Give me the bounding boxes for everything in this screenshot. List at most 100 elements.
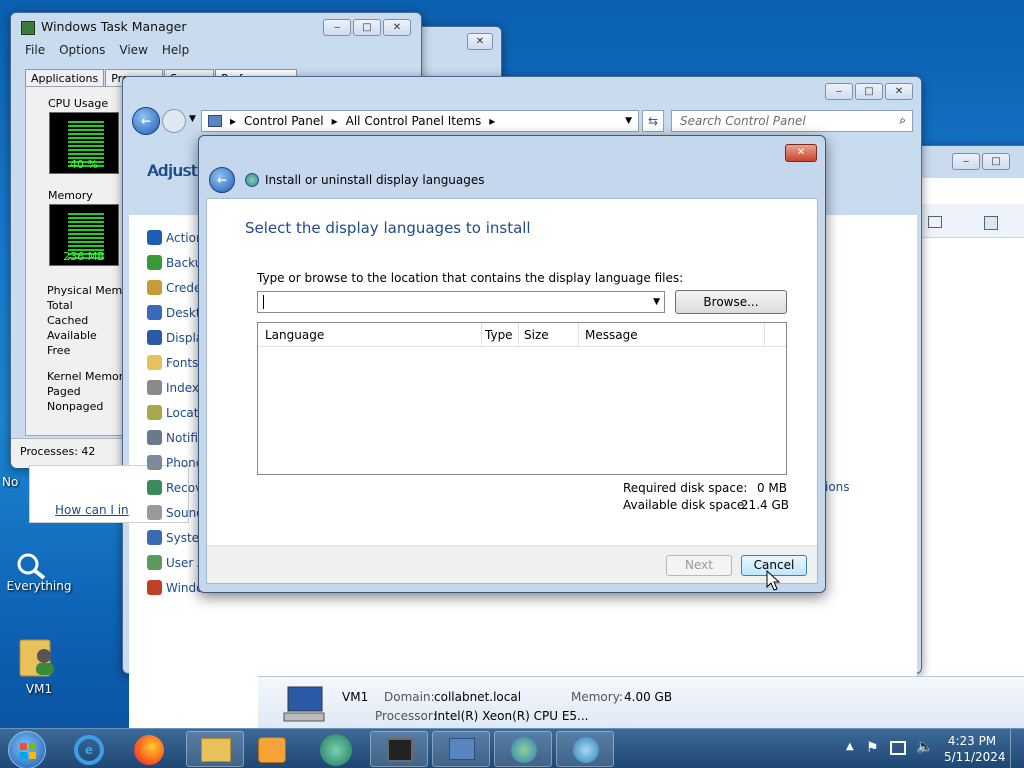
- cp-item-fragment[interactable]: ions: [825, 480, 850, 494]
- folder-icon: [201, 738, 231, 762]
- menu-help[interactable]: Help: [162, 43, 189, 57]
- cp-item-indexing[interactable]: Indexi: [147, 380, 202, 395]
- column-type[interactable]: Type: [485, 328, 513, 342]
- user-icon: [147, 555, 162, 570]
- view-options-icon[interactable]: [928, 216, 942, 228]
- column-size[interactable]: Size: [524, 328, 549, 342]
- refresh-button[interactable]: ⇆: [642, 110, 664, 132]
- explorer-window[interactable]: ‒ □: [915, 145, 1024, 730]
- maximize-icon[interactable]: □: [855, 83, 883, 100]
- tab-applications[interactable]: Applications: [25, 69, 105, 86]
- cp-item-recovery[interactable]: Recov: [147, 480, 202, 495]
- close-icon[interactable]: ✕: [785, 144, 817, 162]
- history-dropdown-icon[interactable]: ▼: [189, 114, 196, 124]
- search-input[interactable]: Search Control Panel: [680, 114, 806, 128]
- everything-label[interactable]: Everything: [4, 579, 74, 593]
- close-icon[interactable]: ✕: [383, 19, 411, 36]
- path-label: Type or browse to the location that cont…: [257, 271, 684, 285]
- path-combobox[interactable]: ▼: [257, 291, 665, 313]
- physical-memory-title: Physical Memor: [47, 284, 134, 297]
- cp-item-action-center[interactable]: Action: [147, 230, 204, 245]
- taskbar-task-manager[interactable]: [370, 731, 428, 767]
- text-cursor: [263, 295, 264, 309]
- language-list[interactable]: Language Type Size Message: [257, 322, 787, 475]
- language-globe-icon: [245, 173, 259, 187]
- app-icon[interactable]: [320, 734, 352, 766]
- action-center-flag-icon[interactable]: ⚑: [866, 740, 879, 756]
- details-pane: VM1 Domain: collabnet.local Memory: 4.00…: [258, 676, 1024, 728]
- address-dropdown-icon[interactable]: ▼: [625, 116, 632, 126]
- folder-user-icon[interactable]: [18, 632, 54, 677]
- help-link[interactable]: How can I in: [55, 503, 129, 517]
- cp-item-display[interactable]: Displa: [147, 330, 203, 345]
- task-manager-icon: [21, 21, 35, 35]
- breadcrumb-control-panel[interactable]: Control Panel: [244, 114, 324, 128]
- minimize-icon[interactable]: ‒: [825, 83, 853, 100]
- required-space-value: 0 MB: [756, 481, 787, 495]
- firefox-icon[interactable]: [134, 735, 164, 765]
- memory-label: Memory: [48, 189, 93, 202]
- cp-item-backup[interactable]: Backu: [147, 255, 202, 270]
- volume-muted-icon[interactable]: 🔈: [916, 739, 933, 755]
- display-icon: [147, 330, 162, 345]
- column-message[interactable]: Message: [585, 328, 638, 342]
- search-icon[interactable]: ⌕: [899, 113, 906, 128]
- back-button[interactable]: ←: [132, 107, 160, 135]
- start-button[interactable]: [8, 731, 46, 768]
- physical-free: Free: [47, 344, 71, 357]
- show-desktop-button[interactable]: [1010, 729, 1024, 768]
- maximize-icon[interactable]: □: [353, 19, 381, 36]
- clock[interactable]: 4:23 PM 5/11/2024: [944, 733, 1006, 765]
- memory-value: 236 MB: [63, 250, 105, 263]
- system-icon: [147, 530, 162, 545]
- network-icon[interactable]: [890, 741, 906, 755]
- language-icon: [573, 737, 599, 763]
- menu-file[interactable]: File: [25, 43, 45, 57]
- cp-item-phone-modem[interactable]: Phone: [147, 455, 203, 470]
- fonts-icon: [147, 355, 162, 370]
- minimize-icon[interactable]: ‒: [323, 19, 351, 36]
- breadcrumb-all-items[interactable]: All Control Panel Items: [346, 114, 482, 128]
- ie-icon[interactable]: e: [74, 735, 104, 765]
- cp-item-user-accounts[interactable]: User A: [147, 555, 205, 570]
- physical-cached: Cached: [47, 314, 89, 327]
- taskbar-language[interactable]: [556, 731, 614, 767]
- taskbar: e ▲ ⚑ 🔈 4:23 PM 5/11/2024: [0, 728, 1024, 768]
- location-icon: [147, 405, 162, 420]
- maximize-icon[interactable]: □: [982, 153, 1010, 170]
- menu-options[interactable]: Options: [59, 43, 105, 57]
- show-hidden-icons[interactable]: ▲: [846, 741, 854, 752]
- gadget-icon: [147, 305, 162, 320]
- search-box[interactable]: Search Control Panel ⌕: [671, 110, 913, 132]
- cp-item-windows[interactable]: Windo: [147, 580, 204, 595]
- chevron-down-icon[interactable]: ▼: [653, 297, 660, 307]
- kernel-nonpaged: Nonpaged: [47, 400, 104, 413]
- address-bar[interactable]: ▸ Control Panel ▸ All Control Panel Item…: [201, 110, 639, 132]
- taskbar-explorer[interactable]: [186, 731, 244, 767]
- memory-value: 4.00 GB: [624, 690, 673, 704]
- taskbar-control-panel[interactable]: [432, 731, 490, 767]
- cp-item-location[interactable]: Locati: [147, 405, 202, 420]
- preview-pane-icon[interactable]: [984, 216, 998, 230]
- close-icon[interactable]: ✕: [467, 33, 493, 50]
- dialog-back-button[interactable]: ←: [209, 167, 235, 193]
- minimize-icon[interactable]: ‒: [952, 153, 980, 170]
- vm1-label[interactable]: VM1: [14, 682, 64, 696]
- cp-item-sound[interactable]: Sound: [147, 505, 204, 520]
- indexing-icon: [147, 380, 162, 395]
- browse-button[interactable]: Browse...: [675, 290, 787, 314]
- media-player-icon[interactable]: [258, 737, 286, 763]
- menu-view[interactable]: View: [119, 43, 147, 57]
- close-icon[interactable]: ✕: [885, 83, 913, 100]
- taskbar-network[interactable]: [494, 731, 552, 767]
- flag-icon: [147, 230, 162, 245]
- forward-button[interactable]: [162, 109, 186, 133]
- column-language[interactable]: Language: [265, 328, 324, 342]
- processor-value: Intel(R) Xeon(R) CPU E5...: [434, 709, 589, 723]
- cp-item-fonts[interactable]: Fonts: [147, 355, 198, 370]
- clock-date: 5/11/2024: [944, 750, 1006, 764]
- cp-item-credential[interactable]: Crede: [147, 280, 201, 295]
- cp-item-notification[interactable]: Notifi: [147, 430, 198, 445]
- install-language-dialog[interactable]: ✕ ← Install or uninstall display languag…: [198, 135, 826, 593]
- cpu-usage-value: 40 %: [70, 158, 98, 171]
